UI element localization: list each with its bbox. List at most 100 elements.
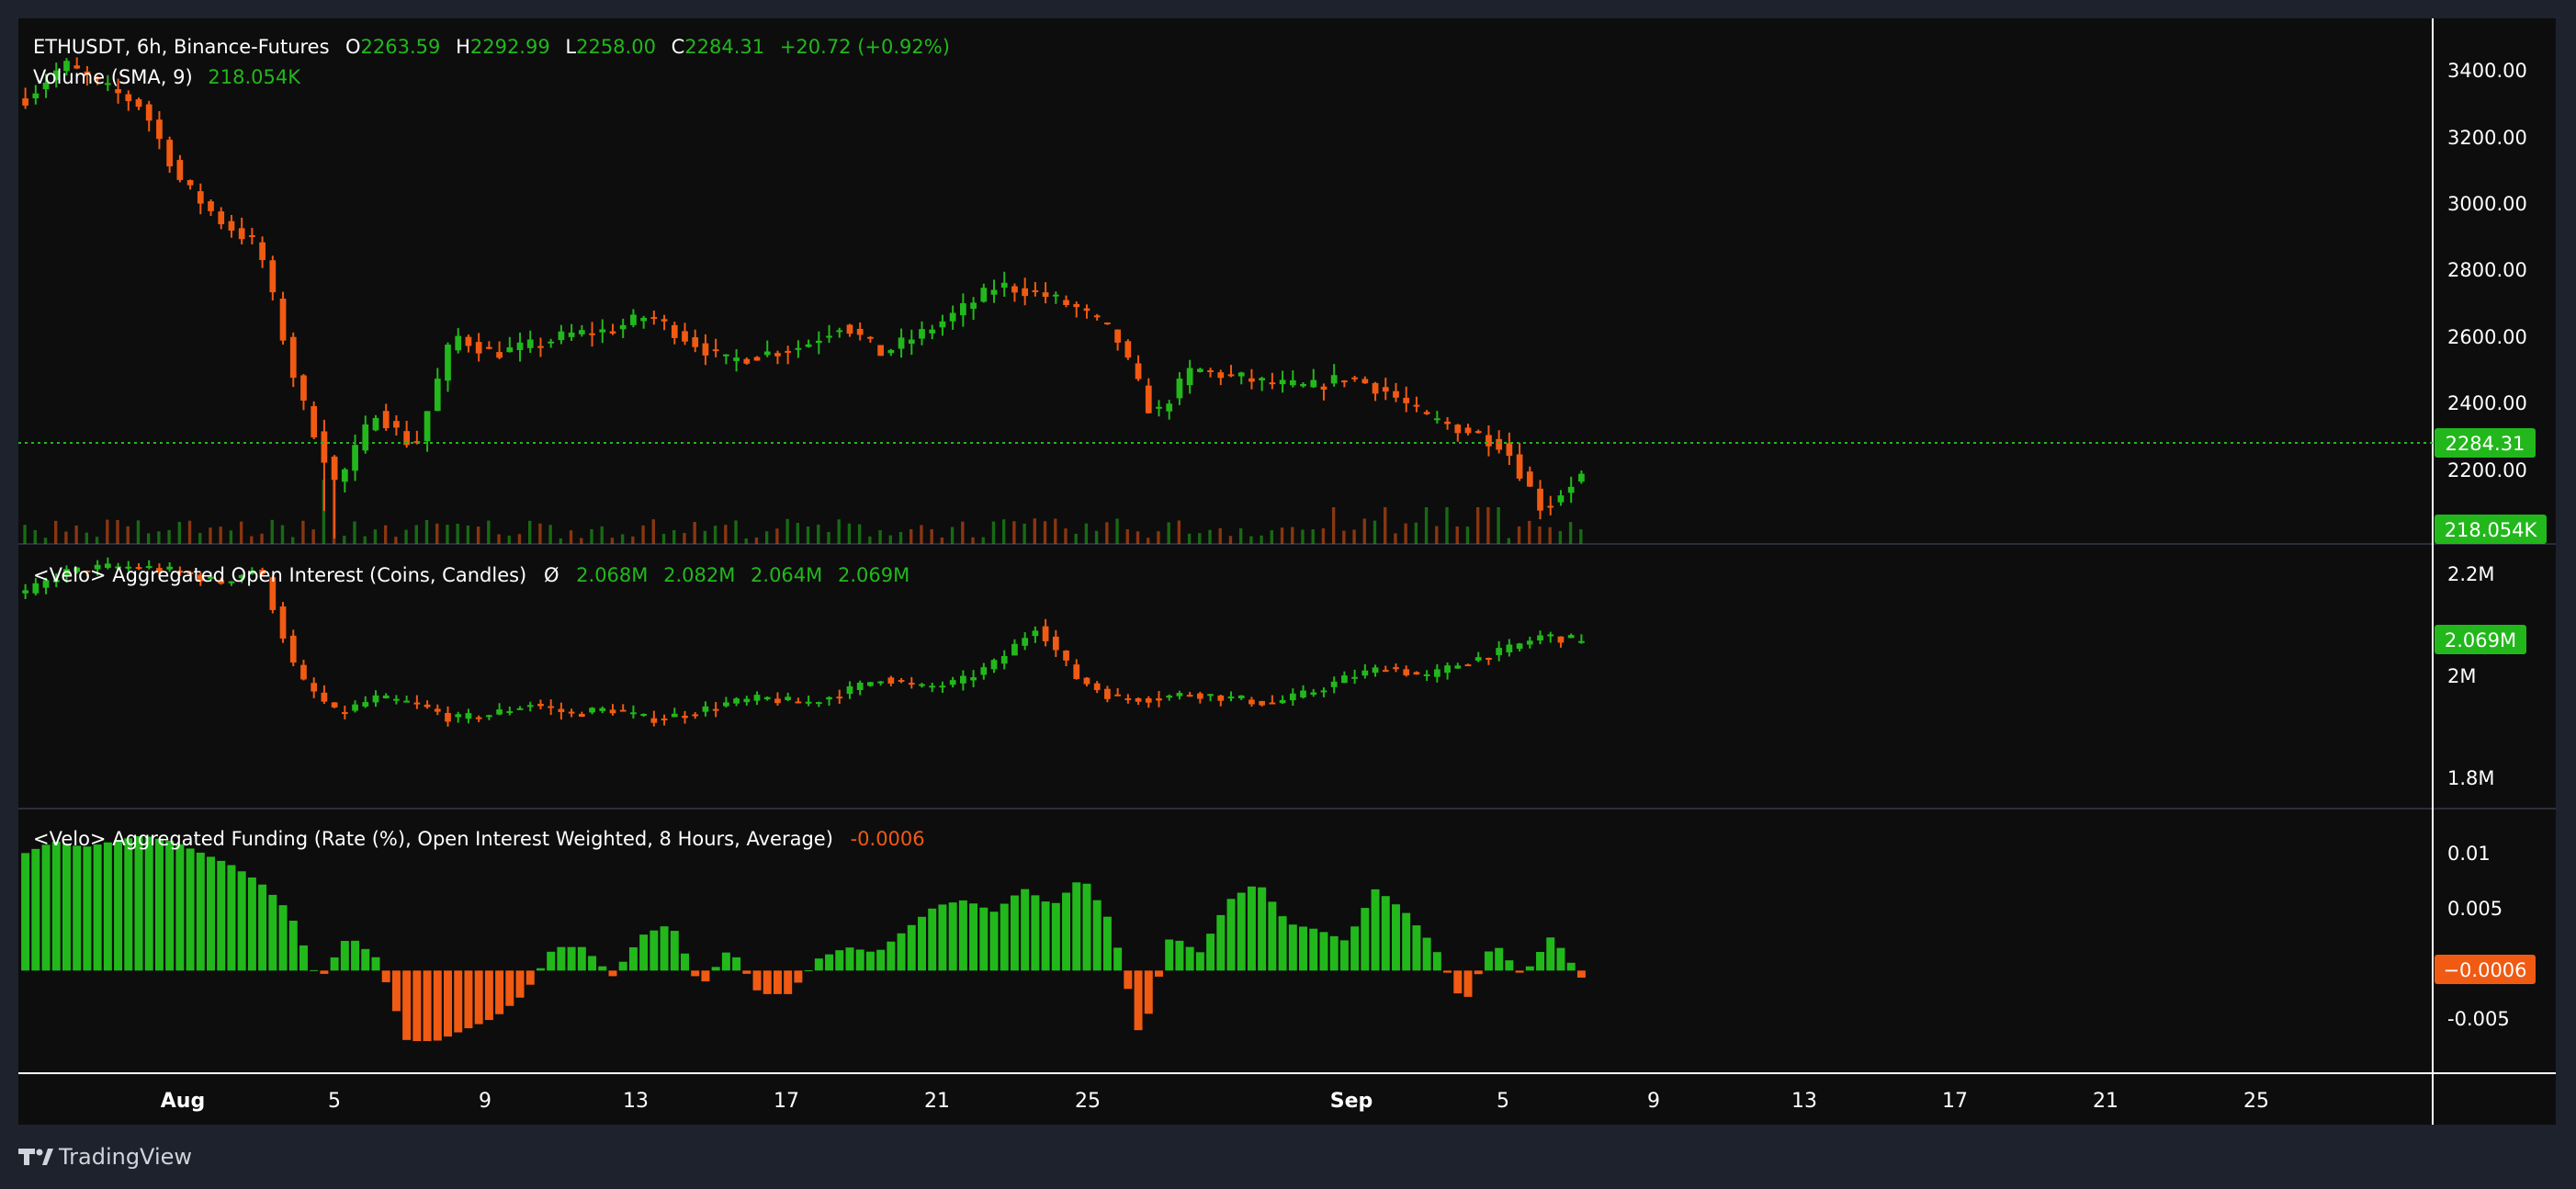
price-candle [1166,403,1173,412]
price-tick: 2600.00 [2447,326,2527,348]
price-candle [826,335,832,338]
price-candle [1259,378,1266,380]
volume-bar [187,520,192,544]
price-candle [352,445,358,471]
volume-bar [353,521,356,544]
price-candle [1423,412,1430,414]
chart-canvas[interactable]: ETHUSDT, 6h, Binance-Futures O2263.59 H2… [0,0,2576,1189]
price-candle [1052,294,1059,297]
volume-bar [651,519,655,544]
oi-tick: 1.8M [2447,767,2495,789]
price-candle [362,424,369,451]
funding-legend[interactable]: <Velo> Aggregated Funding (Rate (%), Ope… [33,828,925,850]
oi-candle [1145,698,1152,703]
volume-bar [146,533,151,544]
oi-legend[interactable]: <Velo> Aggregated Open Interest (Coins, … [33,564,910,586]
funding-bar [114,840,123,971]
price-candle [1547,505,1554,508]
funding-bar [381,970,390,982]
volume-bar [1445,507,1449,544]
ohlc-legend: O2263.59 H2292.99 L2258.00 C2284.31 +20.… [345,36,950,58]
oi-candle [424,704,431,708]
price-candle [630,314,637,325]
price-candle [609,331,616,334]
volume-bar [136,520,141,544]
price-candle [1176,379,1183,399]
price-candle [1207,369,1214,372]
funding-bar [588,956,597,971]
volume-bar [85,532,89,544]
funding-bar [391,970,401,1012]
funding-bar [660,926,669,971]
oi-candle [1444,665,1451,674]
price-candle [763,351,771,356]
funding-bar [1422,937,1431,971]
oi-candle [1496,648,1503,655]
price-candle [815,340,822,344]
price-tick: 2400.00 [2447,392,2527,414]
price-tick: 3400.00 [2447,60,2527,82]
price-candle [877,345,884,357]
oi-candle [1464,664,1472,667]
price-candle [197,191,204,204]
oi-candle [1114,694,1121,696]
funding-bar [288,920,298,971]
funding-bar [1546,937,1555,971]
funding-bar [784,970,793,994]
funding-bar [1339,940,1349,971]
oi-candle [1196,693,1203,699]
price-candle [1145,385,1152,413]
volume-bar [1568,522,1573,544]
volume-bar [569,530,573,544]
volume-bar [23,525,27,544]
price-candle [238,228,245,240]
oi-candle [650,718,658,723]
volume-bar [1455,526,1459,544]
volume-bar [817,524,820,544]
volume-bar [620,534,625,544]
volume-bar [1331,507,1336,544]
volume-bar [435,523,439,544]
low-value: 2258.00 [576,36,656,58]
funding-bar [21,853,30,971]
price-candle [300,375,307,402]
oi-candle [712,708,719,711]
oi-candle [763,696,771,700]
price-candle [1279,379,1286,385]
oi-candle [1248,699,1255,705]
volume-legend[interactable]: Volume (SMA, 9) 218.054K [33,66,301,88]
price-candle [218,211,225,225]
close-value: 2284.31 [684,36,764,58]
tradingview-brand[interactable]: TradingView [58,1144,192,1170]
volume-bar [1548,527,1552,544]
volume-bar [291,537,295,544]
funding-bar [217,860,226,971]
volume-bar [64,531,68,544]
price-candle [1433,418,1441,421]
oi-candle [516,708,524,710]
price-candle [702,343,709,356]
volume-bar [1424,507,1429,544]
price-candle [1330,375,1338,384]
price-candle [723,354,729,357]
oi-candle [785,696,792,700]
volume-bar [898,532,903,544]
volume-bar [827,531,830,544]
price-candle [970,302,977,310]
volume-bar [167,529,171,544]
funding-bar [928,908,937,971]
symbol-label[interactable]: ETHUSDT, 6h, Binance-Futures [33,36,330,58]
oi-candle [805,701,812,704]
funding-bar [1381,896,1390,971]
oi-tick: 2M [2447,665,2476,687]
funding-bar [73,845,82,971]
oi-candle [743,698,751,703]
funding-bar [144,836,153,971]
price-tick: 3200.00 [2447,127,2527,149]
volume-bar [930,528,933,544]
funding-bar [1288,924,1297,971]
volume-bar [857,524,862,544]
volume-bar [1579,529,1583,544]
oi-candle [949,680,956,685]
price-candle [1011,286,1018,293]
